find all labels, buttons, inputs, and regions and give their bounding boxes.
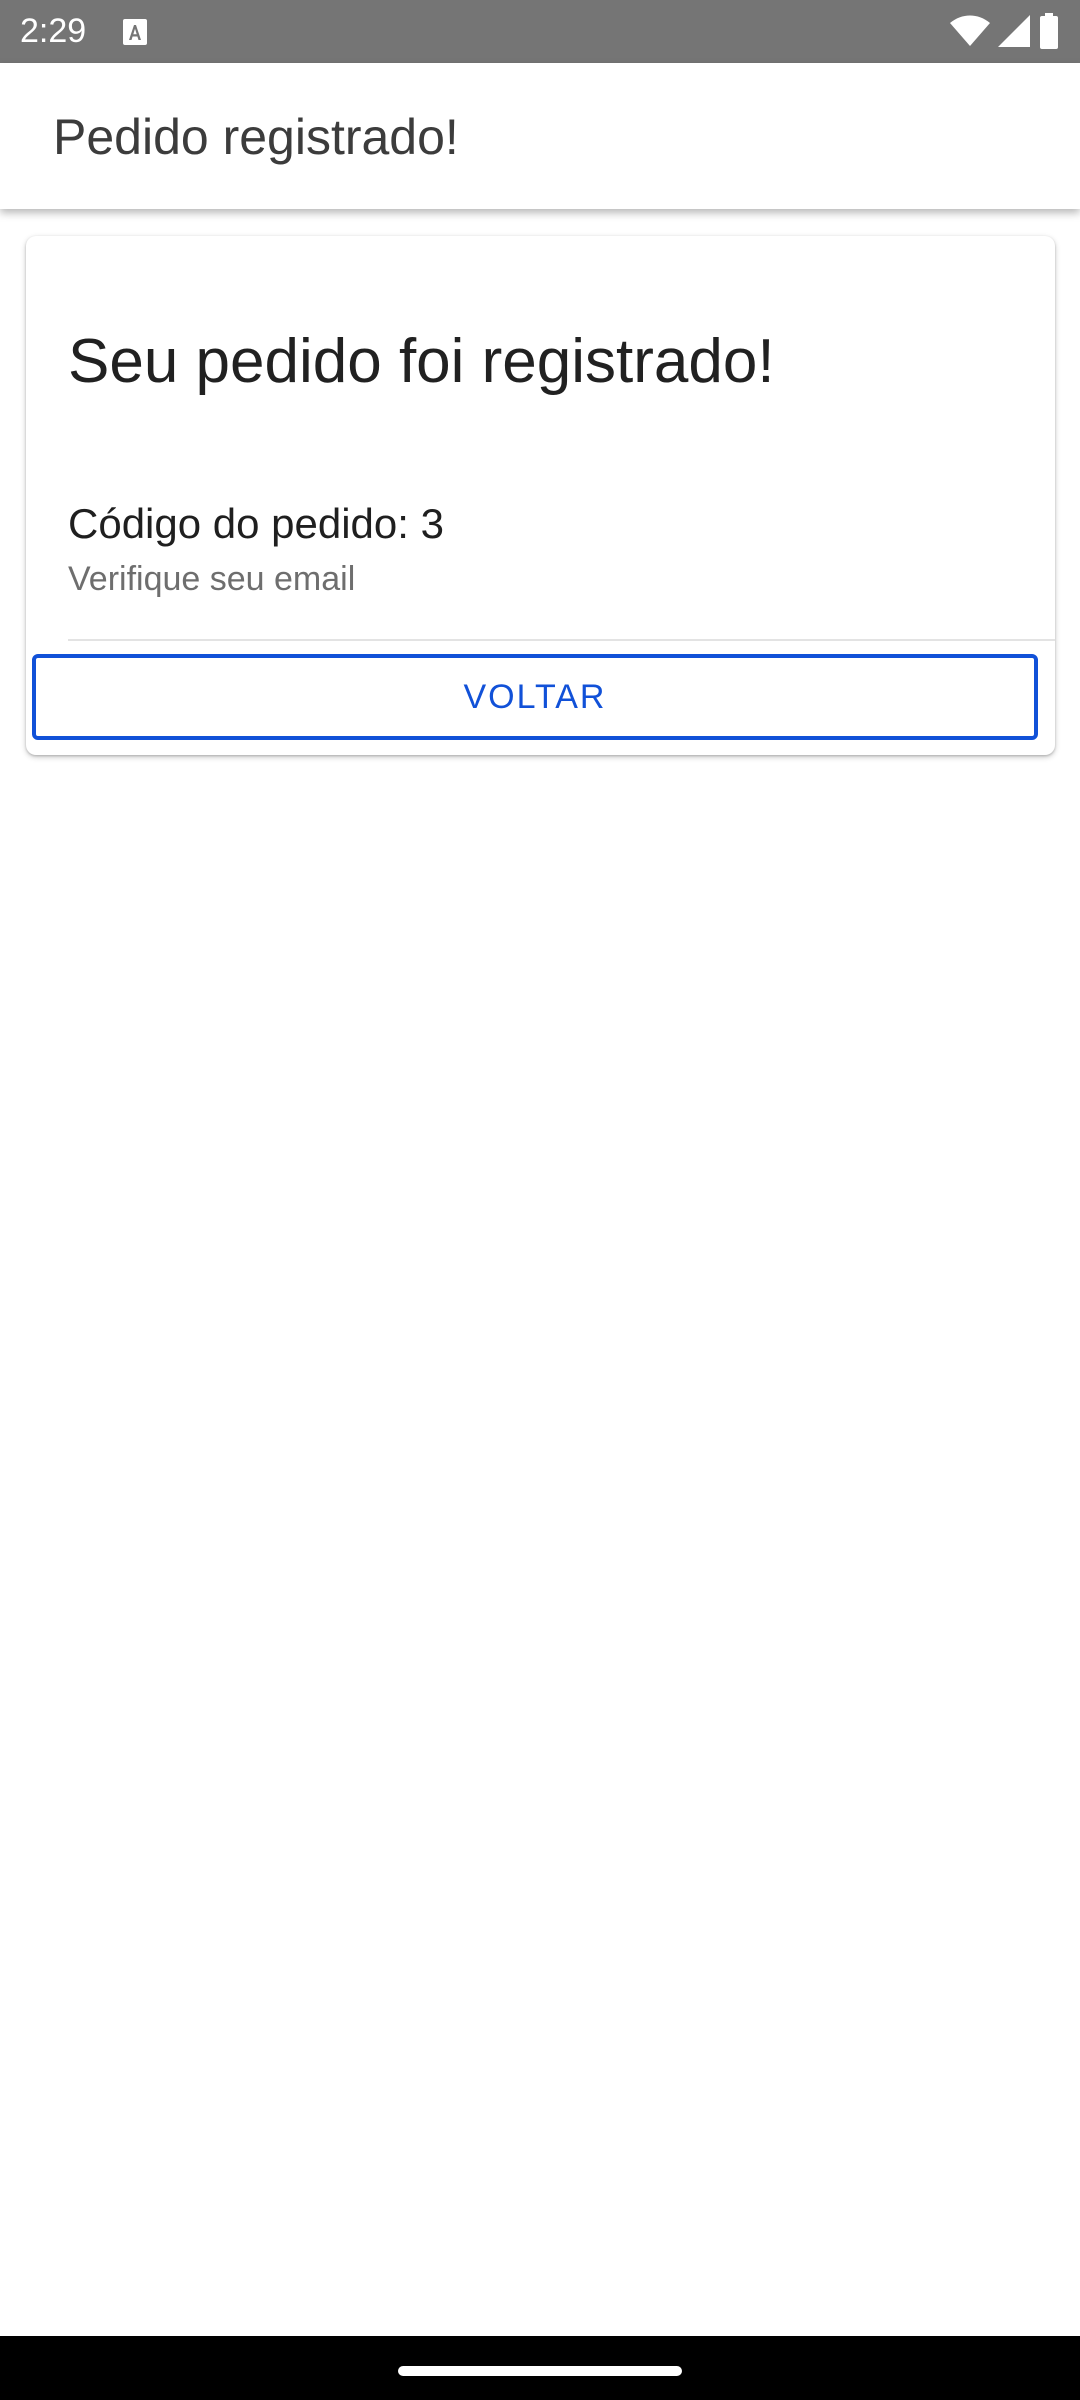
home-gesture-handle[interactable] — [398, 2366, 682, 2376]
status-time: 2:29 — [20, 12, 87, 50]
order-confirmation-card: Seu pedido foi registrado! Código do ped… — [26, 236, 1055, 755]
divider — [68, 639, 1055, 641]
order-hint: Verifique seu email — [68, 560, 356, 598]
order-code: Código do pedido: 3 — [68, 500, 444, 547]
app-bar: Pedido registrado! — [0, 63, 1080, 209]
status-icons — [950, 13, 1060, 49]
navigation-bar — [0, 2336, 1080, 2400]
signal-icon — [998, 15, 1030, 47]
wifi-icon — [950, 15, 990, 46]
page-title: Pedido registrado! — [53, 109, 459, 165]
text-a-icon — [123, 19, 147, 45]
card-title: Seu pedido foi registrado! — [68, 327, 775, 396]
status-bar: 2:29 — [0, 0, 1080, 63]
back-button[interactable]: VOLTAR — [32, 654, 1038, 740]
battery-icon — [1040, 13, 1058, 49]
